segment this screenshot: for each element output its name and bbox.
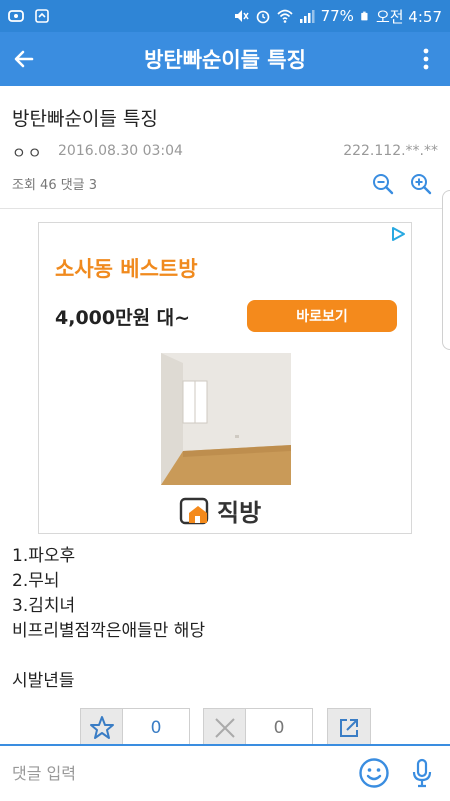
post-title: 방탄빠순이들 특징 [12, 108, 158, 130]
advertisement-banner[interactable]: 소사동 베스트방 4,000만원 대~ 바로보기 직방 [38, 222, 412, 534]
battery-percent: 77% [320, 7, 354, 25]
ad-logo: 직방 [179, 493, 261, 528]
battery-icon [361, 11, 368, 21]
post-body: 1.파오후 2.무뇌 3.김치녀 비프리별점깍은애들만 해당 [12, 544, 205, 644]
status-clock: 오전 4:57 [375, 7, 442, 26]
share-box[interactable] [327, 708, 371, 744]
house-logo-icon [179, 497, 209, 524]
status-bar: 77% 오전 4:57 [0, 0, 450, 32]
side-drawer-handle[interactable] [442, 190, 450, 350]
dislike-box[interactable]: 0 [203, 708, 313, 744]
ad-logo-text: 직방 [217, 499, 262, 527]
body-line: 3.김치녀 [12, 596, 76, 616]
zoom-in-icon[interactable] [410, 173, 432, 195]
ad-cta-button[interactable]: 바로보기 [247, 300, 397, 332]
recommend-count: 0 [150, 718, 162, 738]
star-icon[interactable] [81, 709, 123, 744]
comment-bar [0, 744, 450, 801]
post-content: 방탄빠순이들 특징 ㅇㅇ 2016.08.30 03:04 222.112.**… [0, 86, 450, 744]
recommend-box[interactable]: 0 [80, 708, 190, 744]
body-line: 2.무뇌 [12, 571, 60, 591]
wifi-icon [277, 9, 293, 23]
ad-choices-icon[interactable] [389, 225, 407, 243]
body-line: 시발년들 [12, 671, 75, 691]
share-icon[interactable] [327, 708, 371, 744]
post-author: ㅇㅇ [12, 144, 44, 162]
back-button[interactable] [0, 32, 48, 86]
app-notification-icon [8, 10, 24, 22]
dislike-count: 0 [273, 718, 285, 738]
more-vertical-icon [423, 48, 429, 70]
close-icon[interactable] [204, 709, 246, 744]
body-line: 비프리별점깍은애들만 해당 [12, 621, 206, 641]
screenshot-icon [35, 9, 49, 23]
page-title: 방탄빠순이들 특징 [144, 48, 306, 72]
post-ip: 222.112.**.** [343, 143, 438, 159]
post-date: 2016.08.30 03:04 [58, 143, 183, 159]
microphone-icon [412, 758, 432, 788]
emoji-button[interactable] [356, 755, 392, 791]
ad-headline: 소사동 베스트방 [55, 257, 198, 281]
app-bar: 방탄빠순이들 특징 [0, 32, 450, 86]
room-photo [161, 353, 291, 485]
mute-icon [234, 10, 249, 22]
signal-icon [299, 10, 315, 23]
alarm-icon [256, 10, 269, 24]
divider [0, 208, 450, 209]
comment-input[interactable] [0, 745, 356, 801]
post-stats: 조회 46 댓글 3 [12, 178, 98, 193]
body-line: 1.파오후 [12, 546, 76, 566]
more-options-button[interactable] [402, 32, 450, 86]
voice-input-button[interactable] [404, 755, 440, 791]
smiley-icon [359, 758, 389, 788]
zoom-out-icon[interactable] [372, 173, 394, 195]
arrow-left-icon [14, 50, 34, 68]
ad-price: 4,000만원 대~ [55, 307, 191, 329]
